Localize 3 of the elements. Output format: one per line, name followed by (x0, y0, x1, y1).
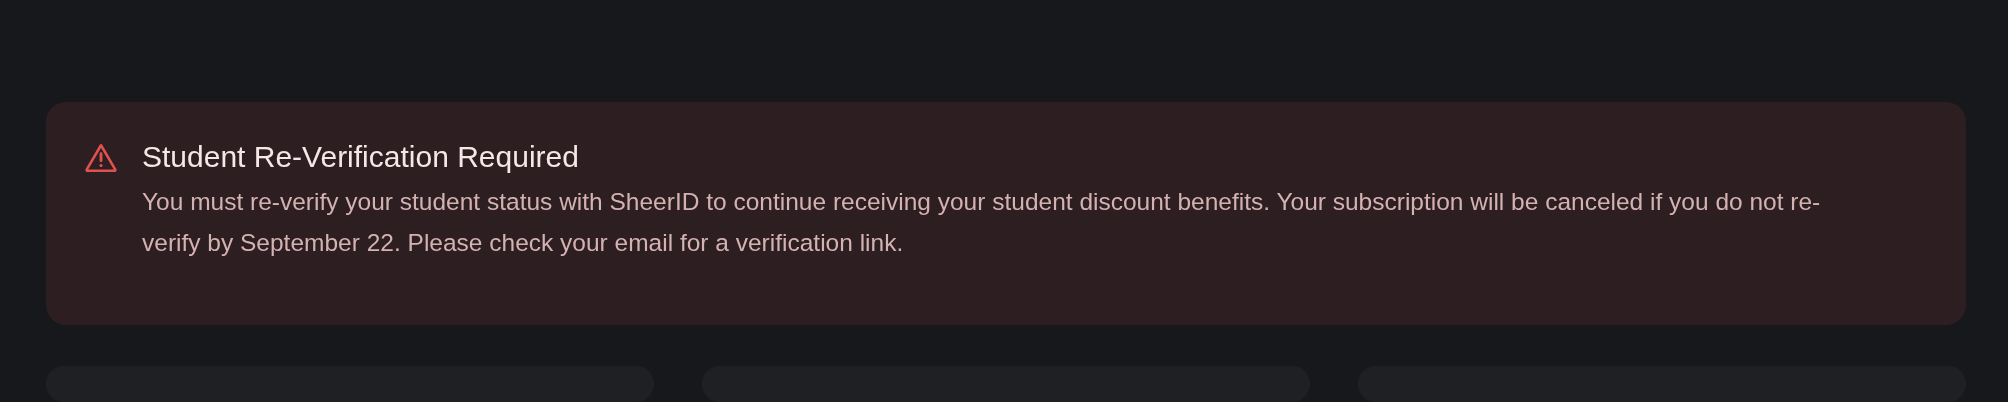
alert-message: You must re-verify your student status with SheerID to continue receiving your student discount benefits. Your subscription will be canceled if you do not re-verify by September 22. Please check your email for a verification link. (142, 187, 1822, 258)
warning-icon (82, 141, 120, 175)
alert-title: Student Re-Verification Required (142, 139, 580, 175)
